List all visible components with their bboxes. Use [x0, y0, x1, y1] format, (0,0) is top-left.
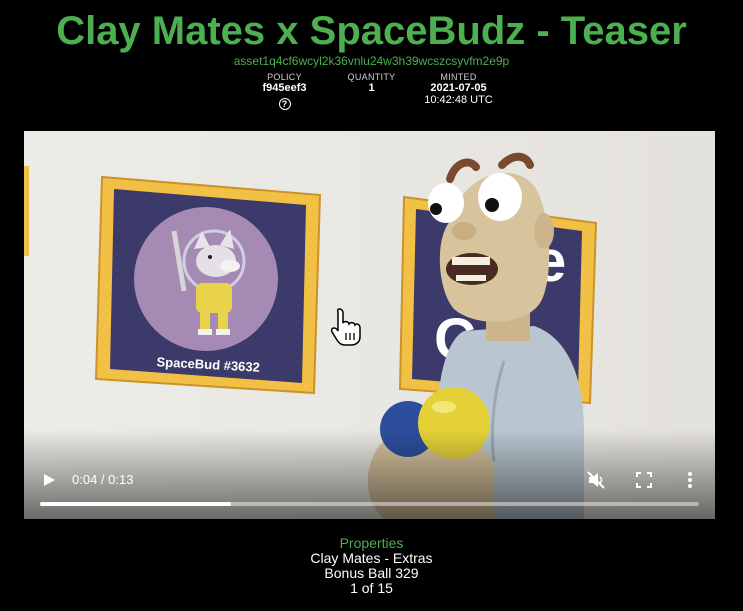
time-display: 0:04 / 0:13: [72, 472, 134, 487]
help-icon[interactable]: ?: [278, 98, 291, 110]
minted-date: 2021-07-05: [430, 82, 487, 94]
progress-fill: [40, 502, 232, 506]
policy-label: POLICY: [267, 72, 302, 82]
asset-meta: POLICY f945eef3 ? QUANTITY 1 MINTED 2021…: [0, 72, 743, 112]
fullscreen-icon[interactable]: [636, 472, 652, 488]
quantity-value: 1: [368, 82, 375, 94]
policy-value: f945eef3: [262, 82, 307, 94]
property-item: Clay Mates - Extras: [310, 550, 433, 566]
more-options-icon[interactable]: [684, 470, 696, 490]
mute-icon[interactable]: [586, 470, 606, 490]
property-item: 1 of 15: [350, 580, 393, 596]
minted-column: MINTED 2021-07-05 10:42:48 UTC: [409, 72, 509, 112]
video-controls: 0:04 / 0:13: [24, 429, 715, 519]
play-icon[interactable]: [42, 473, 56, 487]
property-item: Bonus Ball 329: [324, 565, 419, 581]
properties-section: Properties Clay Mates - Extras Bonus Bal…: [0, 535, 743, 596]
minted-time: 10:42:48 UTC: [424, 94, 493, 106]
minted-label: MINTED: [440, 72, 477, 82]
quantity-column: QUANTITY 1: [335, 72, 409, 112]
page-title: Clay Mates x SpaceBudz - Teaser: [56, 9, 687, 53]
progress-bar[interactable]: [40, 502, 699, 506]
video-player[interactable]: SpaceBud #3632 S e C: [24, 131, 715, 519]
hand-cursor-icon: [330, 308, 361, 346]
policy-column: POLICY f945eef3 ?: [235, 72, 335, 112]
properties-heading: Properties: [339, 535, 404, 551]
asset-id: asset1q4cf6wcyl2k36vnlu24w3h39wcszcsyvfm…: [233, 54, 510, 68]
quantity-label: QUANTITY: [347, 72, 396, 82]
